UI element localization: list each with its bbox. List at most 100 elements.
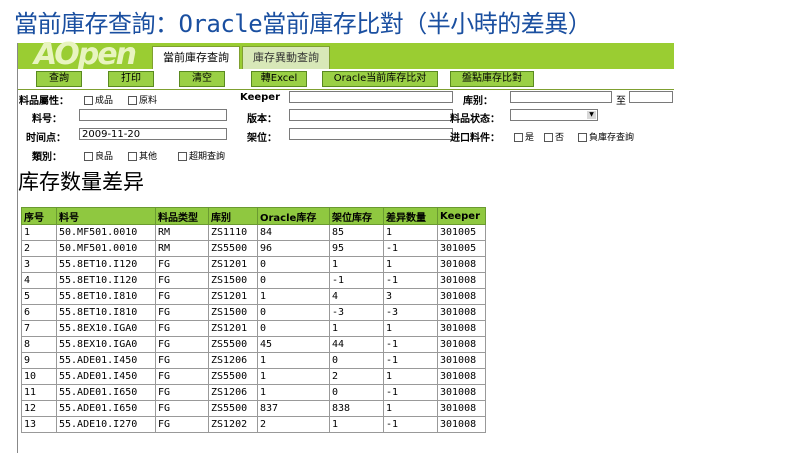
table-cell: 1 — [329, 256, 384, 273]
warehouse-label: 库别： — [463, 96, 493, 107]
table-cell: -1 — [383, 272, 438, 289]
table-cell: ZS1201 — [208, 288, 258, 305]
table-cell: 301008 — [437, 256, 486, 273]
checkbox-box[interactable] — [514, 133, 523, 142]
header-bar: AOpen 當前庫存查詢 庫存異動查詢 — [18, 37, 674, 72]
overdue-checkbox[interactable]: 超期查詢 — [178, 149, 225, 162]
print-button[interactable]: 打印 — [108, 71, 154, 87]
table-cell: 1 — [383, 320, 438, 337]
table-row: 9 55.ADE01.I450 FG ZS1206 1 0 -1 301008 — [21, 352, 486, 369]
tab-current-inventory[interactable]: 當前庫存查詢 — [152, 46, 240, 69]
table-cell: ZS1500 — [208, 272, 258, 289]
checkbox-box[interactable] — [84, 152, 93, 161]
export-excel-button[interactable]: 轉Excel — [251, 71, 307, 87]
other-checkbox[interactable]: 其他 — [128, 149, 157, 162]
checkbox-box[interactable] — [128, 96, 137, 105]
table-cell: FG — [155, 304, 209, 321]
query-button[interactable]: 查詢 — [36, 71, 82, 87]
table-row: 7 55.8EX10.IGA0 FG ZS1201 0 1 1 301008 — [21, 320, 486, 337]
table-cell: 55.ADE01.I450 — [56, 352, 156, 369]
table-cell: 1 — [257, 384, 330, 401]
warehouse-from-input[interactable] — [510, 91, 612, 103]
table-cell: 301008 — [437, 272, 486, 289]
checkbox-box[interactable] — [128, 152, 137, 161]
item-status-label: 料品状态： — [450, 114, 500, 125]
import-yes-checkbox[interactable]: 是 — [514, 130, 534, 143]
aopen-logo: AOpen — [34, 37, 137, 72]
shelf-input[interactable] — [289, 128, 453, 140]
table-cell: FG — [155, 336, 209, 353]
table-cell: 301008 — [437, 400, 486, 417]
table-row: 13 55.ADE10.I270 FG ZS1202 2 1 -1 301008 — [21, 416, 486, 433]
table-cell: -3 — [329, 304, 384, 321]
table-cell: 0 — [257, 256, 330, 273]
import-no-checkbox[interactable]: 否 — [544, 130, 564, 143]
tab-inventory-movement[interactable]: 庫存異動查詢 — [242, 46, 330, 69]
app-window: AOpen 當前庫存查詢 庫存異動查詢 查詢 打印 清空 轉Excel Orac… — [17, 37, 674, 453]
version-input[interactable] — [289, 109, 453, 121]
item-no-label: 料号： — [32, 114, 62, 125]
section-title: 库存数量差异 — [18, 170, 144, 194]
table-cell: -1 — [383, 352, 438, 369]
table-cell: FG — [155, 256, 209, 273]
table-cell: 85 — [329, 224, 384, 241]
toolbar: 查詢 打印 清空 轉Excel Oracle当前库存比对 盤點庫存比對 — [18, 69, 674, 90]
col-header: 序号 — [21, 207, 57, 225]
table-cell: 301005 — [437, 224, 486, 241]
item-no-input[interactable] — [79, 109, 227, 121]
table-cell: 0 — [257, 320, 330, 337]
table-cell: 8 — [21, 336, 57, 353]
raw-checkbox[interactable]: 原料 — [128, 93, 157, 106]
table-cell: 9 — [21, 352, 57, 369]
time-input[interactable]: 2009-11-20 — [79, 128, 227, 140]
table-cell: ZS1201 — [208, 256, 258, 273]
warehouse-to-input[interactable] — [629, 91, 673, 103]
table-cell: RM — [155, 224, 209, 241]
table-cell: 50.MF501.0010 — [56, 240, 156, 257]
checkbox-box[interactable] — [84, 96, 93, 105]
table-cell: 2 — [329, 368, 384, 385]
checkbox-box[interactable] — [178, 152, 187, 161]
table-cell: ZS5500 — [208, 400, 258, 417]
table-cell: 1 — [383, 368, 438, 385]
table-cell: 7 — [21, 320, 57, 337]
checkbox-box[interactable] — [544, 133, 553, 142]
col-header: 架位库存 — [329, 207, 384, 225]
table-row: 11 55.ADE01.I650 FG ZS1206 1 0 -1 301008 — [21, 384, 486, 401]
table-cell: 55.8ET10.I120 — [56, 272, 156, 289]
table-cell: -1 — [383, 384, 438, 401]
table-cell: 0 — [257, 304, 330, 321]
overdue-label: 超期查詢 — [189, 152, 226, 162]
table-cell: 55.8EX10.IGA0 — [56, 320, 156, 337]
oracle-compare-button[interactable]: Oracle当前库存比对 — [322, 71, 438, 87]
table-cell: 838 — [329, 400, 384, 417]
checkbox-box[interactable] — [578, 133, 587, 142]
col-header: Keeper — [437, 207, 486, 225]
table-cell: 50.MF501.0010 — [56, 224, 156, 241]
table-row: 6 55.8ET10.I810 FG ZS1500 0 -3 -3 301008 — [21, 304, 486, 321]
table-cell: 55.ADE01.I650 — [56, 384, 156, 401]
clear-button[interactable]: 清空 — [179, 71, 225, 87]
table-cell: 11 — [21, 384, 57, 401]
inventory-compare-button[interactable]: 盤點庫存比對 — [450, 71, 534, 87]
item-status-select[interactable]: ▼ — [510, 109, 598, 121]
finished-checkbox[interactable]: 成品 — [84, 93, 113, 106]
table-cell: 301008 — [437, 320, 486, 337]
table-cell: 55.8ET10.I810 — [56, 304, 156, 321]
table-cell: 1 — [383, 400, 438, 417]
negative-stock-checkbox[interactable]: 負庫存查詢 — [578, 130, 634, 143]
table-cell: 301008 — [437, 288, 486, 305]
shelf-label: 架位： — [247, 133, 277, 144]
table-row: 12 55.ADE01.I650 FG ZS5500 837 838 1 301008 — [21, 400, 486, 417]
col-header: 料号 — [56, 207, 156, 225]
keeper-input[interactable] — [289, 91, 453, 103]
inventory-diff-table: 序号 料号 料品类型 库别 Oracle库存 架位库存 差异数量 Keeper … — [21, 207, 486, 433]
table-cell: FG — [155, 416, 209, 433]
table-cell: RM — [155, 240, 209, 257]
table-cell: 0 — [329, 352, 384, 369]
chevron-down-icon[interactable]: ▼ — [587, 111, 596, 119]
table-cell: FG — [155, 272, 209, 289]
table-row: 3 55.8ET10.I120 FG ZS1201 0 1 1 301008 — [21, 256, 486, 273]
good-checkbox[interactable]: 良品 — [84, 149, 113, 162]
table-row: 2 50.MF501.0010 RM ZS5500 96 95 -1 301005 — [21, 240, 486, 257]
